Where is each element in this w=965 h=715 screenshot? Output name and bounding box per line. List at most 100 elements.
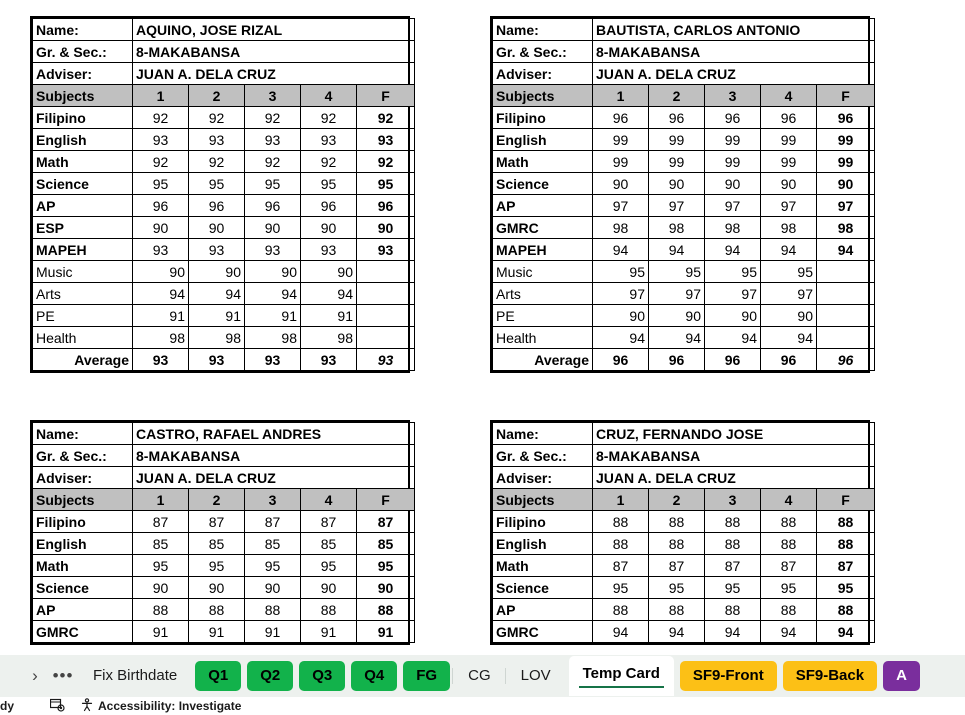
subject-quarter-grade[interactable]: 85: [188, 532, 245, 555]
component-quarter-grade[interactable]: 94: [760, 326, 817, 349]
grade-section-value[interactable]: 8-MAKABANSA: [131, 40, 416, 63]
subject-final-grade[interactable]: 85: [355, 532, 416, 555]
subject-quarter-grade[interactable]: 88: [592, 532, 649, 555]
subject-quarter-grade[interactable]: 88: [592, 510, 649, 533]
subject-quarter-grade[interactable]: 87: [760, 554, 817, 577]
subject-quarter-grade[interactable]: 95: [760, 576, 817, 599]
subject-quarter-grade[interactable]: 88: [704, 598, 761, 621]
component-name[interactable]: Health: [492, 326, 593, 349]
subject-final-grade[interactable]: 87: [355, 510, 416, 533]
subject-name[interactable]: GMRC: [492, 620, 593, 643]
subject-name[interactable]: Filipino: [492, 106, 593, 129]
subject-quarter-grade[interactable]: 95: [188, 172, 245, 195]
subject-final-grade[interactable]: 98: [815, 216, 876, 239]
subject-quarter-grade[interactable]: 94: [760, 620, 817, 643]
subject-name[interactable]: English: [492, 532, 593, 555]
subject-quarter-grade[interactable]: 96: [132, 194, 189, 217]
adviser-value[interactable]: JUAN A. DELA CRUZ: [591, 62, 876, 85]
average-quarter-value[interactable]: 93: [132, 348, 189, 371]
subject-quarter-grade[interactable]: 92: [188, 150, 245, 173]
subject-quarter-grade[interactable]: 91: [300, 620, 357, 643]
subject-final-grade[interactable]: 94: [815, 620, 876, 643]
subject-final-grade[interactable]: 92: [355, 106, 416, 129]
subject-name[interactable]: Science: [32, 576, 133, 599]
component-quarter-grade[interactable]: 90: [132, 260, 189, 283]
subject-quarter-grade[interactable]: 85: [132, 532, 189, 555]
subject-name[interactable]: Math: [492, 150, 593, 173]
component-quarter-grade[interactable]: 94: [132, 282, 189, 305]
subject-quarter-grade[interactable]: 96: [648, 106, 705, 129]
subject-quarter-grade[interactable]: 96: [244, 194, 301, 217]
subject-final-grade[interactable]: 87: [815, 554, 876, 577]
subject-quarter-grade[interactable]: 90: [648, 172, 705, 195]
subject-quarter-grade[interactable]: 88: [704, 532, 761, 555]
subject-quarter-grade[interactable]: 94: [704, 238, 761, 261]
component-quarter-grade[interactable]: 98: [300, 326, 357, 349]
grade-section-value[interactable]: 8-MAKABANSA: [131, 444, 416, 467]
component-name[interactable]: Health: [32, 326, 133, 349]
subject-quarter-grade[interactable]: 98: [760, 216, 817, 239]
subject-name[interactable]: GMRC: [32, 620, 133, 643]
subject-quarter-grade[interactable]: 95: [188, 554, 245, 577]
adviser-value[interactable]: JUAN A. DELA CRUZ: [131, 62, 416, 85]
subject-final-grade[interactable]: 93: [355, 128, 416, 151]
subject-quarter-grade[interactable]: 97: [592, 194, 649, 217]
component-final-blank[interactable]: [355, 282, 416, 305]
subject-quarter-grade[interactable]: 90: [244, 576, 301, 599]
subject-quarter-grade[interactable]: 92: [244, 106, 301, 129]
component-quarter-grade[interactable]: 94: [704, 326, 761, 349]
subject-quarter-grade[interactable]: 98: [648, 216, 705, 239]
subject-quarter-grade[interactable]: 87: [244, 510, 301, 533]
subject-quarter-grade[interactable]: 88: [300, 598, 357, 621]
sheet-tab-fix-birthdate[interactable]: Fix Birthdate: [81, 661, 189, 691]
subject-quarter-grade[interactable]: 93: [244, 238, 301, 261]
subject-name[interactable]: AP: [32, 194, 133, 217]
subject-quarter-grade[interactable]: 92: [244, 150, 301, 173]
component-final-blank[interactable]: [815, 282, 876, 305]
component-name[interactable]: PE: [492, 304, 593, 327]
subject-name[interactable]: Science: [492, 576, 593, 599]
subject-final-grade[interactable]: 88: [815, 510, 876, 533]
subject-final-grade[interactable]: 94: [815, 238, 876, 261]
subject-final-grade[interactable]: 91: [355, 620, 416, 643]
average-quarter-value[interactable]: 96: [592, 348, 649, 371]
subject-quarter-grade[interactable]: 87: [648, 554, 705, 577]
subject-name[interactable]: Science: [32, 172, 133, 195]
subject-quarter-grade[interactable]: 94: [592, 620, 649, 643]
component-quarter-grade[interactable]: 90: [592, 304, 649, 327]
component-quarter-grade[interactable]: 90: [648, 304, 705, 327]
subject-quarter-grade[interactable]: 90: [592, 172, 649, 195]
subject-final-grade[interactable]: 97: [815, 194, 876, 217]
component-quarter-grade[interactable]: 91: [300, 304, 357, 327]
subject-quarter-grade[interactable]: 90: [300, 576, 357, 599]
component-quarter-grade[interactable]: 90: [760, 304, 817, 327]
component-quarter-grade[interactable]: 91: [188, 304, 245, 327]
grade-section-value[interactable]: 8-MAKABANSA: [591, 40, 876, 63]
subject-quarter-grade[interactable]: 95: [648, 576, 705, 599]
subject-final-grade[interactable]: 88: [355, 598, 416, 621]
adviser-value[interactable]: JUAN A. DELA CRUZ: [131, 466, 416, 489]
subject-final-grade[interactable]: 90: [355, 576, 416, 599]
subject-final-grade[interactable]: 92: [355, 150, 416, 173]
subject-quarter-grade[interactable]: 90: [300, 216, 357, 239]
grade-section-value[interactable]: 8-MAKABANSA: [591, 444, 876, 467]
subject-quarter-grade[interactable]: 90: [188, 576, 245, 599]
subject-quarter-grade[interactable]: 99: [704, 128, 761, 151]
component-final-blank[interactable]: [355, 304, 416, 327]
component-quarter-grade[interactable]: 91: [244, 304, 301, 327]
subject-quarter-grade[interactable]: 95: [300, 172, 357, 195]
subject-quarter-grade[interactable]: 85: [244, 532, 301, 555]
subject-quarter-grade[interactable]: 87: [132, 510, 189, 533]
component-quarter-grade[interactable]: 95: [592, 260, 649, 283]
sheet-tab-list[interactable]: Fix Birthdate Q1 Q2 Q3 Q4 FG CG LOV Temp Card SF9…: [78, 655, 965, 697]
subject-quarter-grade[interactable]: 97: [760, 194, 817, 217]
average-quarter-value[interactable]: 93: [300, 348, 357, 371]
subject-quarter-grade[interactable]: 90: [188, 216, 245, 239]
average-quarter-value[interactable]: 96: [760, 348, 817, 371]
subject-quarter-grade[interactable]: 88: [704, 510, 761, 533]
subject-quarter-grade[interactable]: 99: [648, 128, 705, 151]
subject-quarter-grade[interactable]: 90: [132, 216, 189, 239]
subject-quarter-grade[interactable]: 95: [132, 554, 189, 577]
subject-name[interactable]: Filipino: [32, 510, 133, 533]
component-name[interactable]: Arts: [32, 282, 133, 305]
